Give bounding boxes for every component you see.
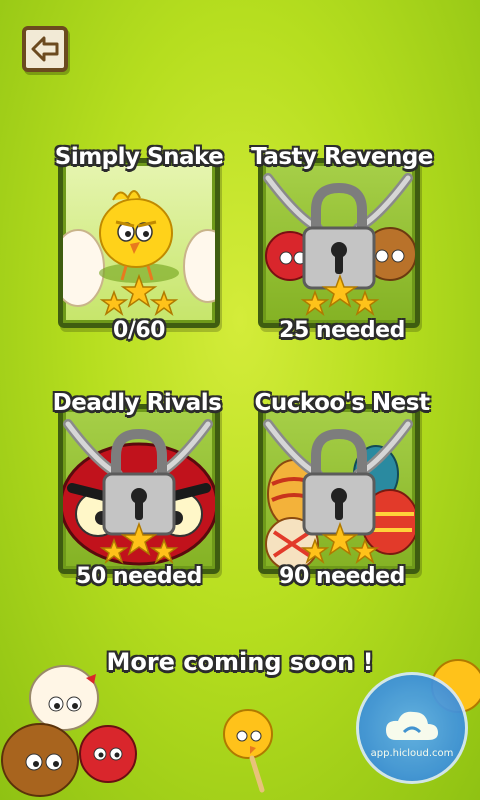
back-button[interactable]: [22, 26, 68, 72]
stars-icon: [300, 522, 380, 565]
pack-title: Deadly Rivals: [52, 390, 222, 416]
stars-icon: [99, 274, 179, 317]
back-arrow-icon: [31, 36, 59, 62]
pack-progress: 0/60: [113, 318, 165, 343]
stars-icon: [300, 274, 380, 317]
cloud-icon: [386, 711, 438, 740]
pack-requirement: 90 needed: [279, 564, 405, 589]
pack-requirement: 50 needed: [76, 564, 202, 589]
pack-title: Simply Snake: [54, 144, 224, 170]
stars-icon: [99, 522, 179, 565]
pack-requirement: 25 needed: [279, 318, 405, 343]
store-watermark-badge: app.hicloud.com: [356, 672, 468, 784]
pack-title: Tasty Revenge: [251, 144, 433, 170]
watermark-text: app.hicloud.com: [370, 748, 454, 759]
pack-title: Cuckoo's Nest: [254, 390, 430, 416]
